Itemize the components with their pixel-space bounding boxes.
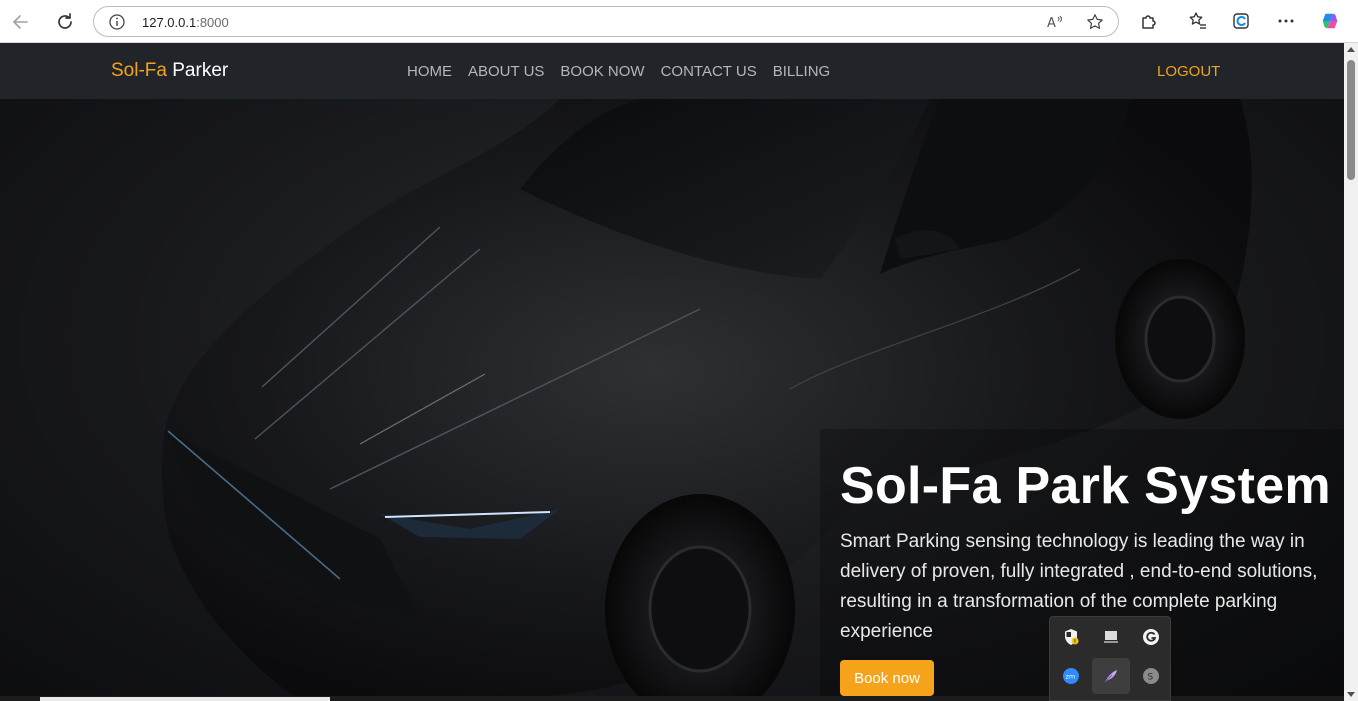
brand-logo[interactable]: Sol-Fa Parker [111,60,228,82]
hero-section: Sol-Fa Park System Smart Parking sensing… [0,99,1344,701]
tray-grammarly[interactable] [1132,619,1170,655]
collections-icon[interactable] [1231,11,1251,31]
system-tray-overflow: ! zm S [1049,616,1171,701]
url-text[interactable]: 127.0.0.1:8000 [142,15,229,30]
taskbar-strip [40,697,330,701]
nav-links: HOME ABOUT US BOOK NOW CONTACT US BILLIN… [407,63,830,80]
hero-title: Sol-Fa Park System [840,457,1331,515]
scroll-down-arrow-icon[interactable] [1347,692,1355,697]
web-page: Sol-Fa Parker HOME ABOUT US BOOK NOW CON… [0,43,1344,701]
extensions-icon[interactable] [1139,11,1159,31]
svg-text:!: ! [1074,639,1076,646]
reload-button[interactable] [52,9,78,35]
tray-zoom[interactable]: zm [1052,658,1090,694]
scroll-up-arrow-icon[interactable] [1347,47,1355,52]
browser-toolbar: 127.0.0.1:8000 A [0,0,1358,43]
skype-icon: S [1143,668,1159,684]
url-host: 127.0.0.1 [142,15,197,30]
nav-link-book-now[interactable]: BOOK NOW [560,63,644,80]
brand-accent: Sol-Fa [111,60,167,81]
favorites-icon[interactable] [1188,11,1208,31]
favorite-star-icon[interactable] [1086,13,1104,31]
nav-link-home[interactable]: HOME [407,63,452,80]
nav-link-contact-us[interactable]: CONTACT US [661,63,757,80]
back-icon [13,15,28,29]
display-icon [1104,631,1118,643]
info-icon[interactable] [108,13,126,31]
svg-text:S: S [1148,673,1154,683]
grammarly-icon [1143,629,1159,645]
copilot-icon[interactable] [1320,11,1340,31]
reload-icon [58,13,72,29]
more-icon[interactable] [1276,11,1296,31]
tray-display[interactable] [1092,619,1130,655]
tray-security[interactable]: ! [1052,619,1090,655]
back-button[interactable] [8,9,34,35]
tray-feather[interactable] [1092,658,1130,694]
read-aloud-icon[interactable]: A [1046,13,1064,31]
book-now-button[interactable]: Book now [840,660,934,696]
page-scrollbar[interactable] [1344,43,1358,701]
nav-link-about-us[interactable]: ABOUT US [468,63,544,80]
scroll-thumb[interactable] [1347,60,1355,180]
zoom-icon: zm [1063,668,1079,684]
site-navbar: Sol-Fa Parker HOME ABOUT US BOOK NOW CON… [0,43,1344,99]
brand-rest: Parker [166,60,229,81]
svg-text:zm: zm [1066,673,1076,681]
security-shield-icon: ! [1065,629,1079,646]
logout-link[interactable]: LOGOUT [1157,63,1220,80]
address-bar[interactable]: 127.0.0.1:8000 A [93,6,1119,37]
feather-pen-icon [1104,670,1117,683]
url-port: :8000 [196,15,229,30]
tray-skype[interactable]: S [1132,658,1170,694]
svg-text:A: A [1047,16,1056,31]
nav-link-billing[interactable]: BILLING [773,63,831,80]
